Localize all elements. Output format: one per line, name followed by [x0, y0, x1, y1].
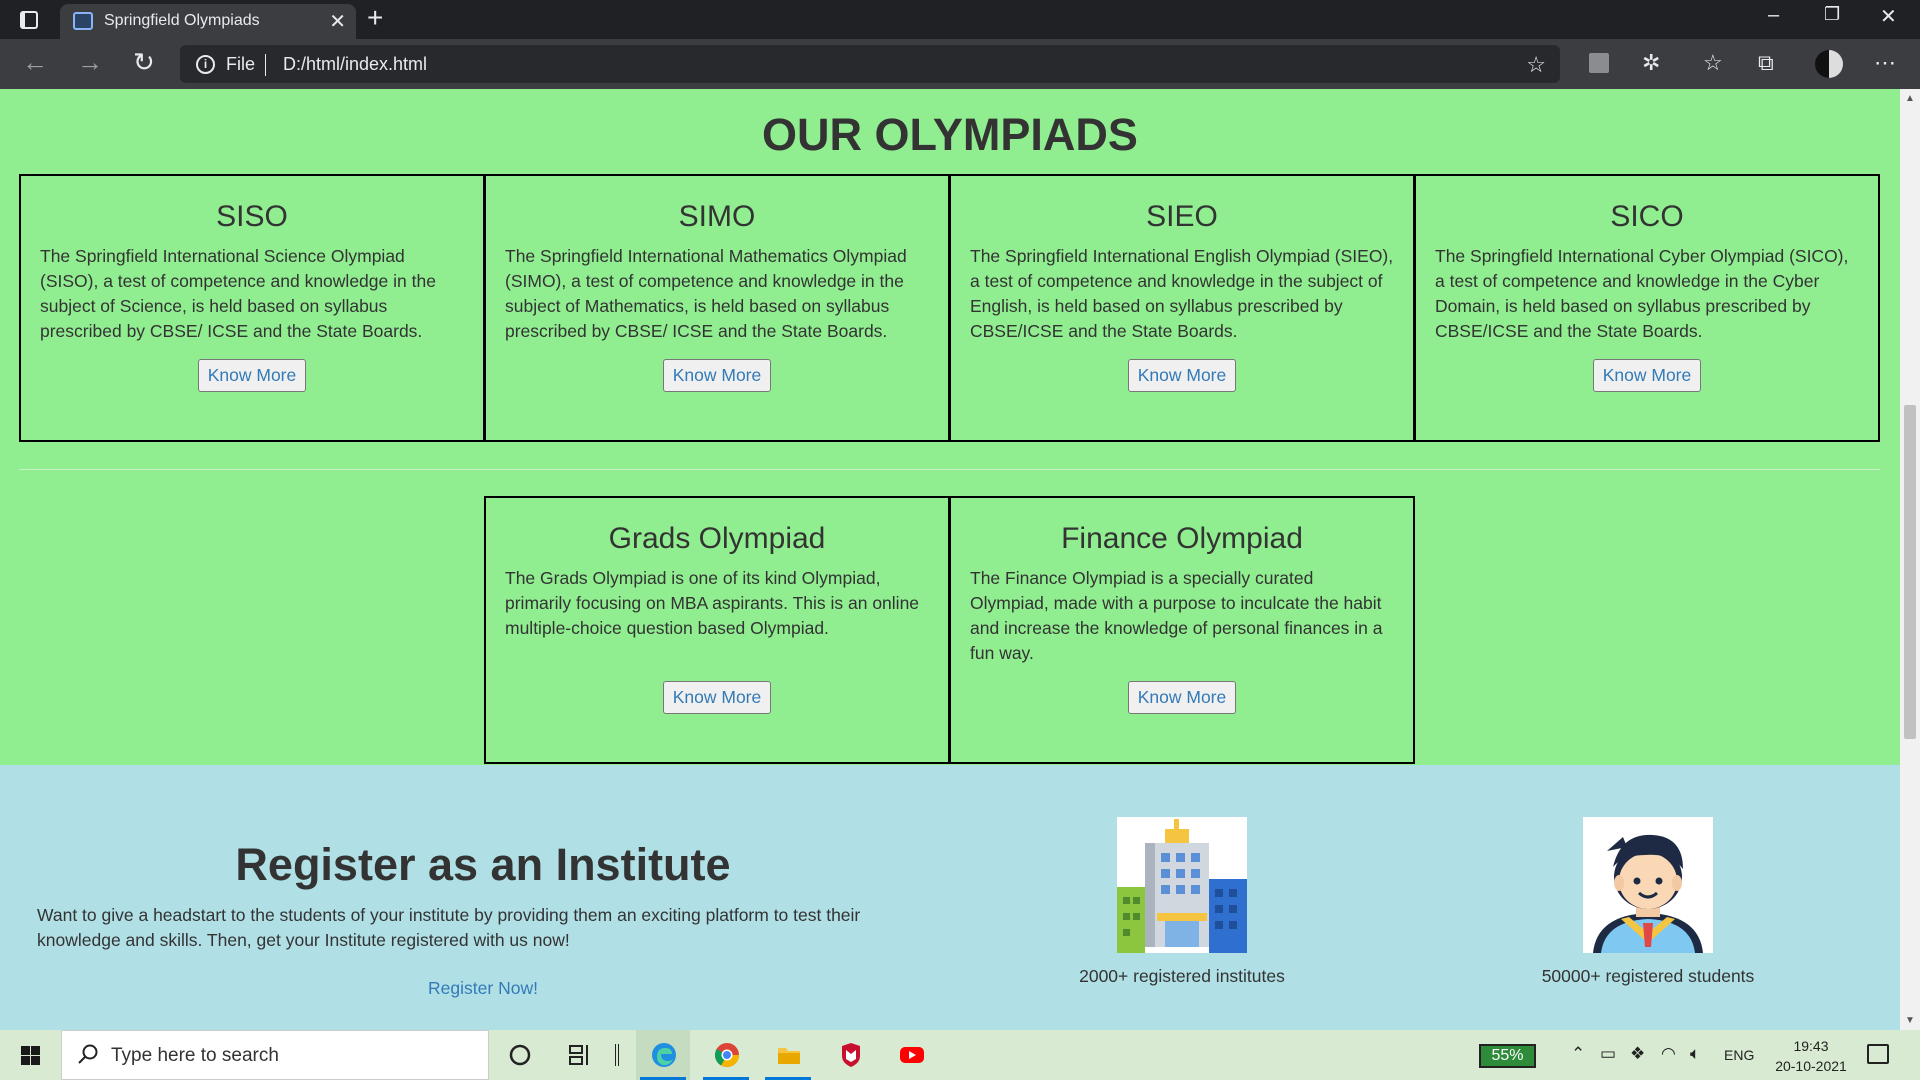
cortana-icon — [509, 1044, 531, 1066]
tab-actions-icon[interactable] — [20, 11, 38, 29]
scroll-thumb[interactable] — [1904, 405, 1916, 739]
chrome-taskbar-app[interactable] — [699, 1030, 753, 1080]
student-icon — [1583, 817, 1713, 953]
more-menu-icon[interactable]: ⋯ — [1874, 51, 1896, 75]
youtube-icon — [900, 1047, 924, 1063]
olympiad-card-finance: Finance Olympiad The Finance Olympiad is… — [949, 496, 1415, 764]
battery-percent-badge[interactable]: 55% — [1479, 1044, 1536, 1068]
olympiad-card-sico: SICO The Springfield International Cyber… — [1414, 174, 1880, 442]
card-title: SICO — [1610, 200, 1684, 233]
card-title: Finance Olympiad — [1061, 522, 1303, 555]
card-description: The Springfield International Cyber Olym… — [1435, 246, 1849, 341]
task-view-icon — [569, 1045, 588, 1065]
page-viewport: OUR OLYMPIADS SISO The Springfield Inter… — [0, 89, 1900, 1030]
olympiad-card-sieo: SIEO The Springfield International Engli… — [949, 174, 1415, 442]
windows-taskbar: Type here to search 55% ⌃ ▭ ❖ ◠ 🔈︎ ENG 1… — [0, 1030, 1920, 1080]
card-title: Grads Olympiad — [608, 522, 826, 555]
info-icon[interactable]: i — [196, 55, 215, 74]
olympiad-card-grads: Grads Olympiad The Grads Olympiad is one… — [484, 496, 950, 764]
olympiads-section: OUR OLYMPIADS SISO The Springfield Inter… — [0, 89, 1900, 765]
stat-institutes-label: 2000+ registered institutes — [1079, 966, 1285, 986]
reload-button[interactable]: ↻ — [133, 47, 155, 78]
register-section: Register as an Institute Want to give a … — [0, 765, 1900, 1030]
know-more-button[interactable]: Know More — [1128, 359, 1236, 392]
extensions-puzzle-icon[interactable]: ✲ — [1642, 51, 1660, 75]
favicon-icon — [73, 12, 93, 30]
windows-start-icon[interactable] — [21, 1046, 40, 1065]
olympiads-title: OUR OLYMPIADS — [762, 109, 1138, 160]
card-description: The Finance Olympiad is a specially cura… — [970, 568, 1383, 663]
card-description: The Springfield International Mathematic… — [505, 246, 907, 341]
clock-date: 20-10-2021 — [1775, 1058, 1847, 1074]
chrome-icon — [714, 1043, 739, 1068]
youtube-taskbar-app[interactable] — [884, 1030, 938, 1080]
address-bar[interactable]: i File D:/html/index.html ☆ — [180, 45, 1560, 83]
battery-icon[interactable]: ▭ — [1600, 1044, 1616, 1064]
card-description: The Springfield International English Ol… — [970, 246, 1394, 341]
profile-avatar[interactable] — [1815, 50, 1843, 78]
know-more-button[interactable]: Know More — [663, 359, 771, 392]
scroll-down-arrow-icon[interactable]: ▼ — [1905, 1015, 1915, 1026]
building-icon — [1117, 817, 1247, 953]
task-view-button[interactable] — [552, 1030, 606, 1080]
know-more-button[interactable]: Know More — [1593, 359, 1701, 392]
dropbox-icon[interactable]: ❖ — [1630, 1044, 1645, 1064]
register-description: Want to give a headstart to the students… — [37, 905, 861, 950]
back-button[interactable]: ← — [22, 47, 48, 78]
taskbar-search-box[interactable]: Type here to search — [61, 1030, 489, 1080]
address-scheme: File — [226, 54, 256, 74]
card-title: SISO — [216, 200, 288, 233]
notifications-icon[interactable] — [1867, 1044, 1889, 1064]
input-language[interactable]: ENG — [1724, 1047, 1754, 1063]
stat-students-label: 50000+ registered students — [1541, 966, 1755, 986]
wifi-icon[interactable]: ◠ — [1661, 1044, 1676, 1064]
search-placeholder: Type here to search — [111, 1045, 279, 1066]
scroll-up-arrow-icon[interactable]: ▲ — [1905, 93, 1915, 104]
register-now-link[interactable]: Register Now! — [0, 978, 966, 999]
tab-title: Springfield Olympiads — [104, 12, 260, 29]
taskbar-clock[interactable]: 19:43 20-10-2021 — [1768, 1036, 1854, 1076]
restore-button[interactable]: ❐ — [1824, 4, 1840, 25]
register-title: Register as an Institute — [235, 839, 731, 890]
know-more-button[interactable]: Know More — [198, 359, 306, 392]
extension-icon[interactable] — [1589, 53, 1609, 73]
file-explorer-taskbar-app[interactable] — [761, 1030, 815, 1080]
browser-tabstrip: Springfield Olympiads ✕ + – ❐ ✕ — [0, 0, 1920, 39]
tab-close-button[interactable]: ✕ — [329, 9, 346, 34]
favorites-icon[interactable]: ☆ — [1703, 51, 1723, 75]
close-window-button[interactable]: ✕ — [1880, 4, 1897, 29]
card-description: The Grads Olympiad is one of its kind Ol… — [505, 568, 920, 638]
mcafee-shield-icon — [842, 1043, 860, 1067]
cortana-button[interactable] — [492, 1030, 546, 1080]
section-divider — [19, 469, 1880, 470]
edge-taskbar-app[interactable] — [636, 1030, 690, 1080]
show-hidden-icons-icon[interactable]: ⌃ — [1571, 1044, 1585, 1064]
page-scrollbar[interactable]: ▲ ▼ — [1900, 89, 1920, 1030]
card-title: SIMO — [678, 200, 756, 233]
folder-icon — [778, 1048, 800, 1064]
browser-toolbar: ← → ↻ i File D:/html/index.html ☆ ✲ ☆ ⧉ … — [0, 39, 1920, 89]
olympiad-card-simo: SIMO The Springfield International Mathe… — [484, 174, 950, 442]
card-title: SIEO — [1146, 200, 1218, 233]
volume-icon[interactable]: 🔈︎ — [1690, 1044, 1700, 1064]
browser-tab[interactable]: Springfield Olympiads ✕ — [60, 4, 356, 39]
taskbar-separator — [615, 1044, 619, 1066]
card-description: The Springfield International Science Ol… — [40, 246, 436, 341]
search-icon — [78, 1044, 98, 1064]
new-tab-button[interactable]: + — [367, 2, 383, 34]
know-more-button[interactable]: Know More — [663, 681, 771, 714]
minimize-button[interactable]: – — [1768, 4, 1779, 27]
clock-time: 19:43 — [1793, 1038, 1829, 1054]
forward-button[interactable]: → — [77, 47, 103, 78]
mcafee-taskbar-app[interactable] — [823, 1030, 877, 1080]
olympiad-card-siso: SISO The Springfield International Scien… — [19, 174, 485, 442]
edge-icon — [652, 1043, 676, 1067]
address-separator — [265, 54, 266, 76]
add-favorite-icon[interactable]: ☆ — [1526, 52, 1546, 78]
collections-icon[interactable]: ⧉ — [1758, 51, 1774, 75]
know-more-button[interactable]: Know More — [1128, 681, 1236, 714]
address-url[interactable]: D:/html/index.html — [283, 54, 427, 75]
